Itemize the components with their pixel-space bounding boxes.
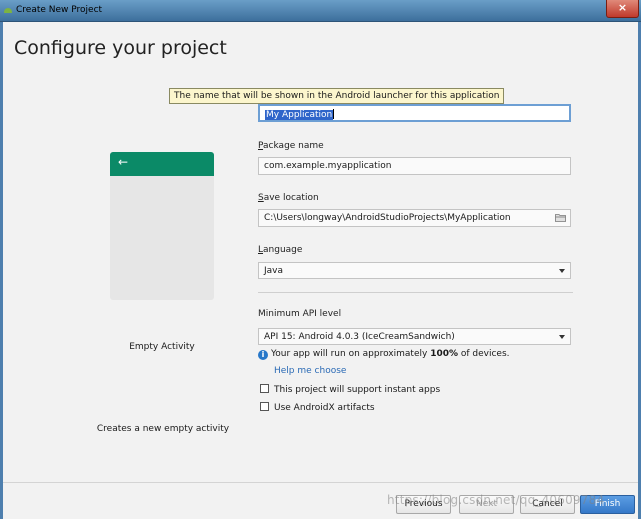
save-location-label-text: ave location xyxy=(263,193,319,203)
save-location-label: Save location xyxy=(258,193,319,203)
language-value: Java xyxy=(264,266,284,276)
separator xyxy=(258,292,573,293)
package-name-value: com.example.myapplication xyxy=(264,161,392,171)
android-app-icon xyxy=(4,8,12,13)
coverage-percent: 100% xyxy=(430,349,458,359)
close-icon: × xyxy=(617,1,628,14)
package-name-input[interactable]: com.example.myapplication xyxy=(258,157,571,175)
folder-icon[interactable] xyxy=(555,213,566,222)
footer: Previous Next Cancel Finish https://blog… xyxy=(3,482,638,519)
package-name-label: Package name xyxy=(258,141,324,151)
activity-preview: ← xyxy=(110,152,214,300)
save-location-value: C:\Users\longway\AndroidStudioProjects\M… xyxy=(264,213,511,223)
language-label-text: anguage xyxy=(263,245,303,255)
package-name-label-text: ackage name xyxy=(263,141,324,151)
androidx-checkbox[interactable] xyxy=(260,402,269,411)
help-me-choose-link[interactable]: Help me choose xyxy=(274,366,346,376)
name-input-value: My Application xyxy=(265,109,334,120)
device-coverage-info: i Your app will run on approximately 100%… xyxy=(258,349,510,360)
language-select[interactable]: Java xyxy=(258,262,571,279)
name-input[interactable]: My Application xyxy=(258,104,571,122)
androidx-option[interactable]: Use AndroidX artifacts xyxy=(260,402,375,413)
min-api-select[interactable]: API 15: Android 4.0.3 (IceCreamSandwich) xyxy=(258,328,571,345)
header-area: Configure your project xyxy=(3,22,638,84)
save-location-input[interactable]: C:\Users\longway\AndroidStudioProjects\M… xyxy=(258,209,571,227)
language-label: Language xyxy=(258,245,302,255)
content-area: ← Empty Activity Creates a new empty act… xyxy=(3,84,638,482)
chevron-down-icon xyxy=(559,269,565,273)
chevron-down-icon xyxy=(559,335,565,339)
close-window-button[interactable]: × xyxy=(606,0,639,18)
text-caret xyxy=(333,109,335,119)
back-arrow-icon: ← xyxy=(118,155,129,169)
title-bar: Create New Project × xyxy=(0,0,641,22)
info-icon: i xyxy=(258,350,268,360)
instant-apps-label: This project will support instant apps xyxy=(274,385,441,395)
name-tooltip: The name that will be shown in the Andro… xyxy=(169,88,505,104)
min-api-value: API 15: Android 4.0.3 (IceCreamSandwich) xyxy=(264,332,455,342)
coverage-text-after: of devices. xyxy=(458,349,510,359)
instant-apps-checkbox[interactable] xyxy=(260,384,269,393)
instant-apps-option[interactable]: This project will support instant apps xyxy=(260,384,440,395)
page-title: Configure your project xyxy=(14,37,227,59)
androidx-label: Use AndroidX artifacts xyxy=(274,403,375,413)
template-name: Empty Activity xyxy=(129,342,195,352)
template-description: Creates a new empty activity xyxy=(96,424,230,434)
preview-app-bar: ← xyxy=(110,152,214,176)
dialog-client-area: Configure your project ← Empty Activity … xyxy=(3,22,638,519)
coverage-text-before: Your app will run on approximately xyxy=(271,349,431,359)
min-api-label: Minimum API level xyxy=(258,309,342,319)
watermark: https://blog.csdn.net/qq_40609784 xyxy=(387,493,605,507)
window-title: Create New Project xyxy=(16,5,103,15)
